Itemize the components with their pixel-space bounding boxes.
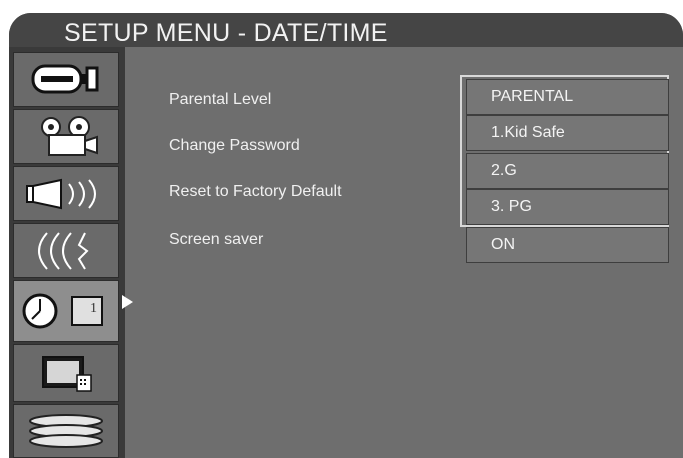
sidebar-item-audio[interactable] (13, 166, 119, 221)
option-screen-saver[interactable]: Screen saver (169, 231, 263, 249)
sidebar-item-system[interactable] (13, 404, 119, 458)
sidebar-item-subtitle[interactable] (13, 223, 119, 278)
camcorder-icon (31, 64, 99, 93)
option-reset-factory-default[interactable]: Reset to Factory Default (169, 183, 342, 201)
dropdown-item-kid-safe[interactable]: 1.Kid Safe (466, 115, 669, 151)
disc-stack-icon (29, 414, 103, 448)
title-bar: SETUP MENU - DATE/TIME (9, 13, 683, 47)
option-parental-level[interactable]: Parental Level (169, 91, 271, 109)
option-change-password[interactable]: Change Password (169, 137, 300, 155)
dropdown-item-g[interactable]: 2.G (466, 153, 669, 189)
selection-pointer-icon (122, 295, 133, 309)
clock-icon (22, 293, 103, 329)
dropdown-item-on[interactable]: ON (466, 227, 669, 263)
sidebar: 1 (9, 47, 125, 458)
sidebar-item-date-time[interactable]: 1 (13, 280, 119, 342)
dropdown-item-parental[interactable]: PARENTAL (466, 79, 669, 115)
window-title: SETUP MENU - DATE/TIME (64, 19, 388, 47)
speaker-icon (26, 178, 96, 209)
parental-level-dropdown: PARENTAL 1.Kid Safe 2.G 3. PG ON (460, 75, 670, 265)
film-projector-icon (41, 115, 98, 156)
subtitle-waves-icon (38, 231, 89, 270)
clock-badge: 1 (90, 301, 97, 316)
sidebar-item-movie[interactable] (13, 109, 119, 164)
tv-screen-icon (42, 356, 92, 392)
sidebar-item-video[interactable] (13, 52, 119, 107)
dropdown-item-pg[interactable]: 3. PG (466, 189, 669, 225)
sidebar-item-display[interactable] (13, 344, 119, 402)
